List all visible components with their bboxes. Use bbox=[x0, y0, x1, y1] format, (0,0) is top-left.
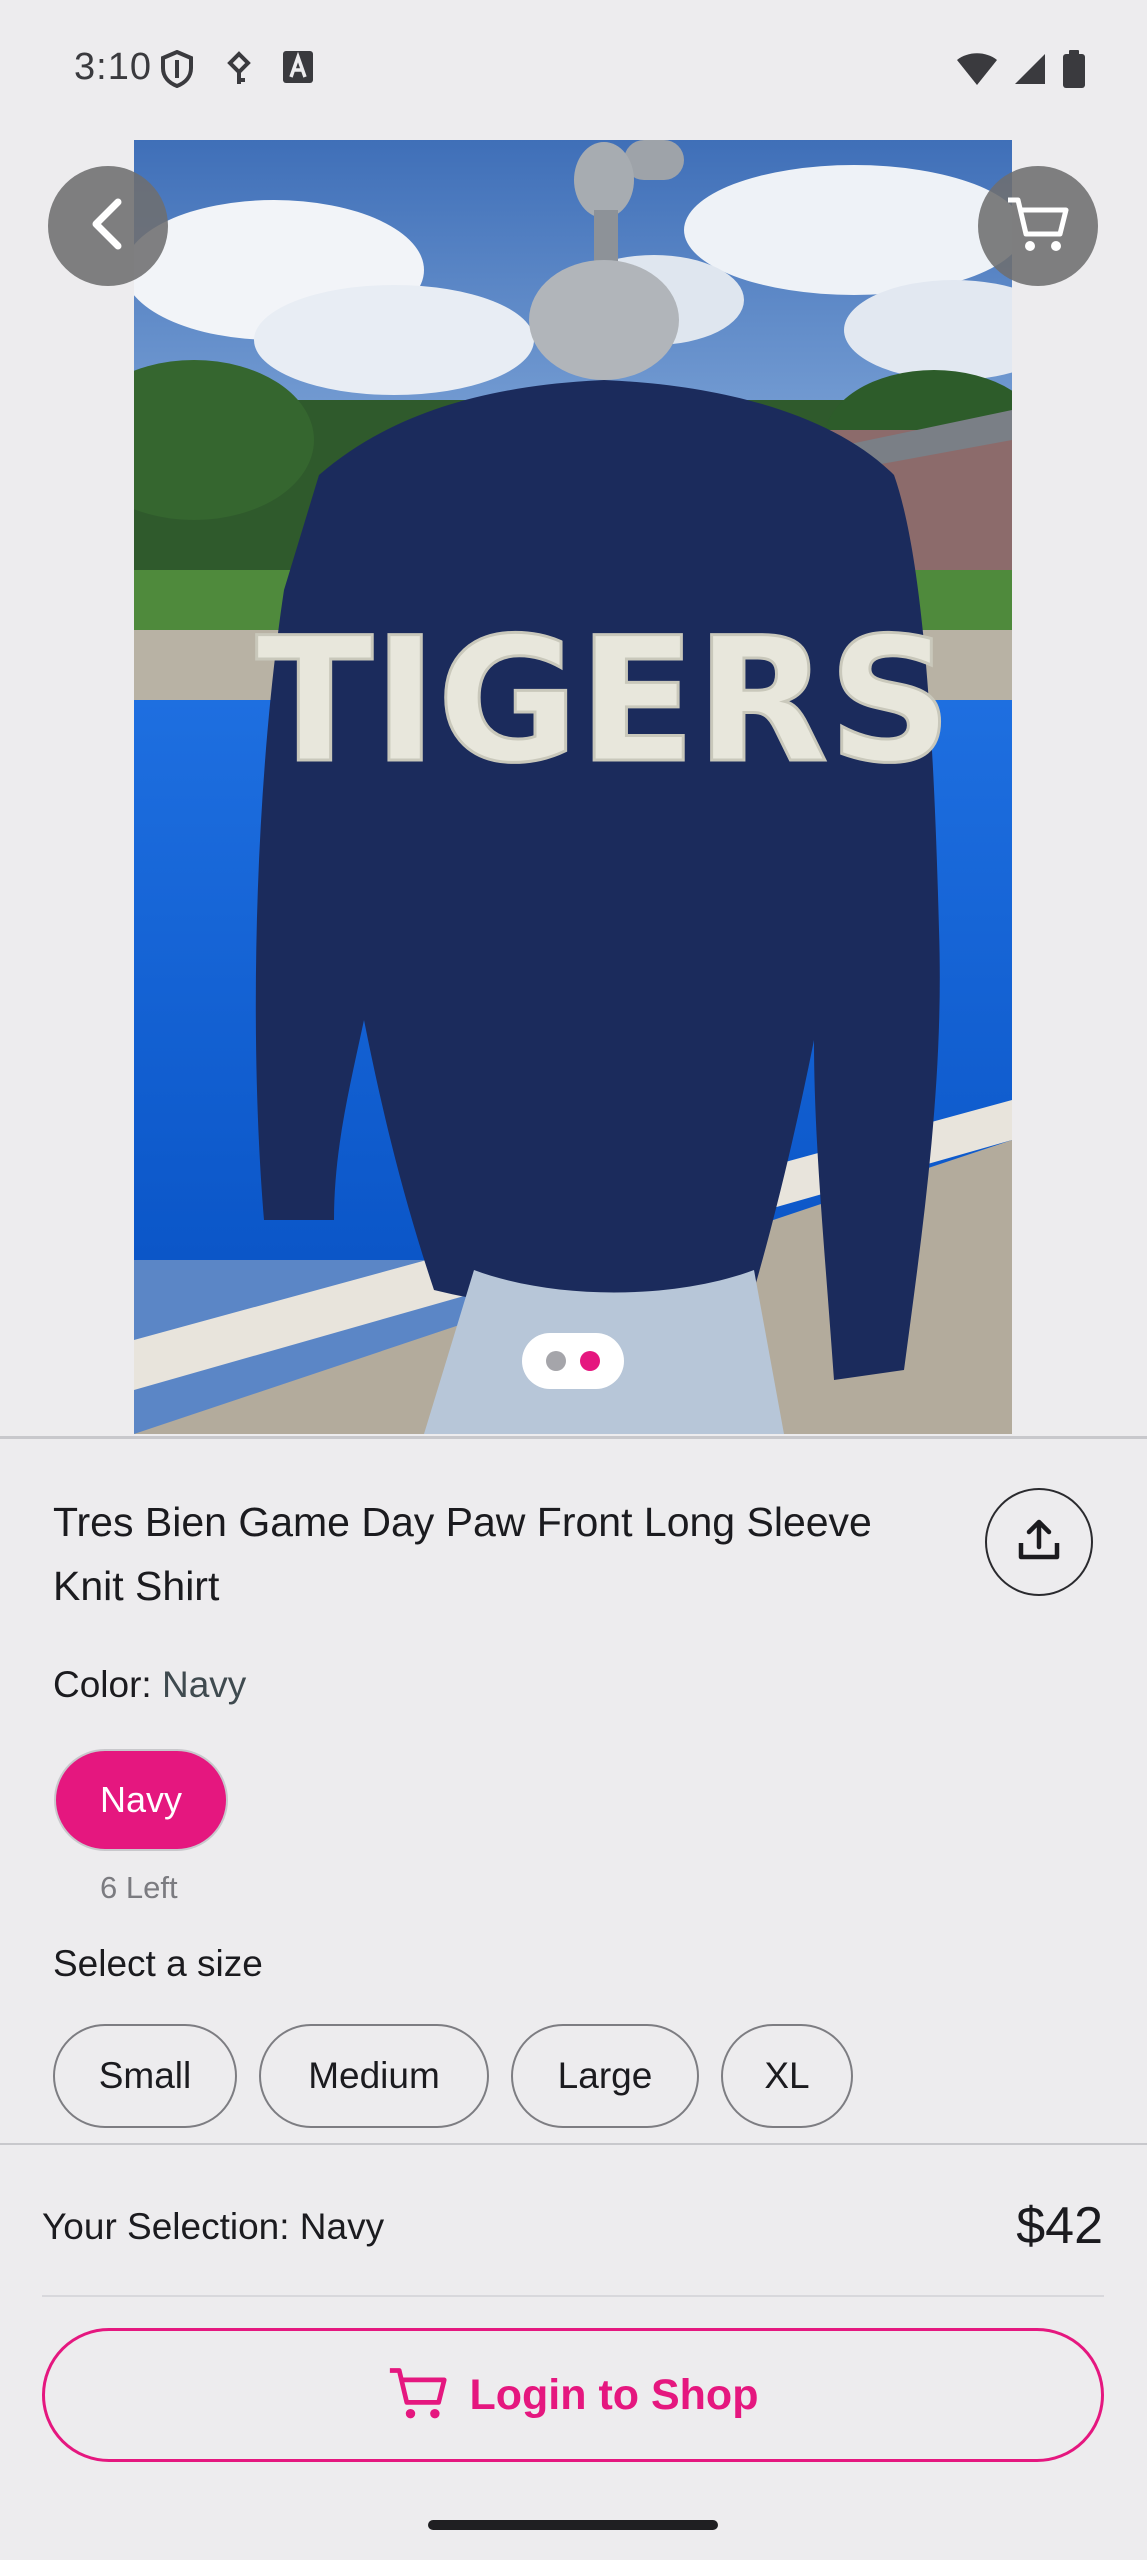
divider bbox=[42, 2295, 1104, 2297]
size-option-medium[interactable]: Medium bbox=[259, 2024, 489, 2128]
wifi-icon bbox=[957, 52, 997, 91]
share-icon bbox=[1016, 1517, 1062, 1568]
divider bbox=[0, 1436, 1147, 1439]
shield-icon bbox=[160, 49, 194, 93]
size-option-small[interactable]: Small bbox=[53, 2024, 237, 2128]
price: $42 bbox=[1016, 2197, 1103, 2255]
login-to-shop-button[interactable]: Login to Shop bbox=[42, 2328, 1104, 2462]
size-option-xl[interactable]: XL bbox=[721, 2024, 853, 2128]
color-label-row: Color: Navy bbox=[53, 1664, 246, 1706]
size-options: Small Medium Large XL bbox=[53, 2024, 853, 2128]
cart-icon bbox=[1006, 194, 1070, 259]
sweater-print-text: TIGERS bbox=[256, 600, 952, 801]
pager-dot-inactive[interactable] bbox=[546, 1351, 566, 1371]
product-title: Tres Bien Game Day Paw Front Long Sleeve… bbox=[53, 1499, 872, 1609]
font-a-icon bbox=[282, 50, 314, 89]
home-indicator[interactable] bbox=[428, 2520, 718, 2530]
back-button[interactable] bbox=[48, 166, 168, 286]
divider bbox=[0, 2143, 1147, 2145]
vpn-key-icon bbox=[224, 50, 254, 93]
share-button[interactable] bbox=[985, 1488, 1093, 1596]
login-to-shop-label: Login to Shop bbox=[469, 2370, 759, 2419]
color-value: Navy bbox=[161, 1664, 247, 1705]
product-image[interactable]: TIGERS bbox=[134, 140, 1012, 1434]
signal-icon bbox=[1013, 52, 1047, 91]
stock-count: 6 Left bbox=[100, 1870, 178, 1905]
color-label: Color: bbox=[53, 1664, 152, 1705]
color-option-navy[interactable]: Navy bbox=[54, 1749, 228, 1851]
selection-summary: Your Selection: Navy bbox=[42, 2206, 385, 2247]
size-option-large[interactable]: Large bbox=[511, 2024, 699, 2128]
battery-icon bbox=[1063, 50, 1085, 93]
cart-icon bbox=[388, 2364, 448, 2427]
status-time: 3:10 bbox=[74, 46, 152, 88]
status-bar: 3:10 bbox=[0, 0, 1147, 140]
cart-button[interactable] bbox=[978, 166, 1098, 286]
size-heading: Select a size bbox=[53, 1943, 263, 1984]
chevron-left-icon bbox=[86, 198, 130, 255]
image-pager-dots[interactable] bbox=[522, 1333, 624, 1389]
pager-dot-active[interactable] bbox=[580, 1351, 600, 1371]
